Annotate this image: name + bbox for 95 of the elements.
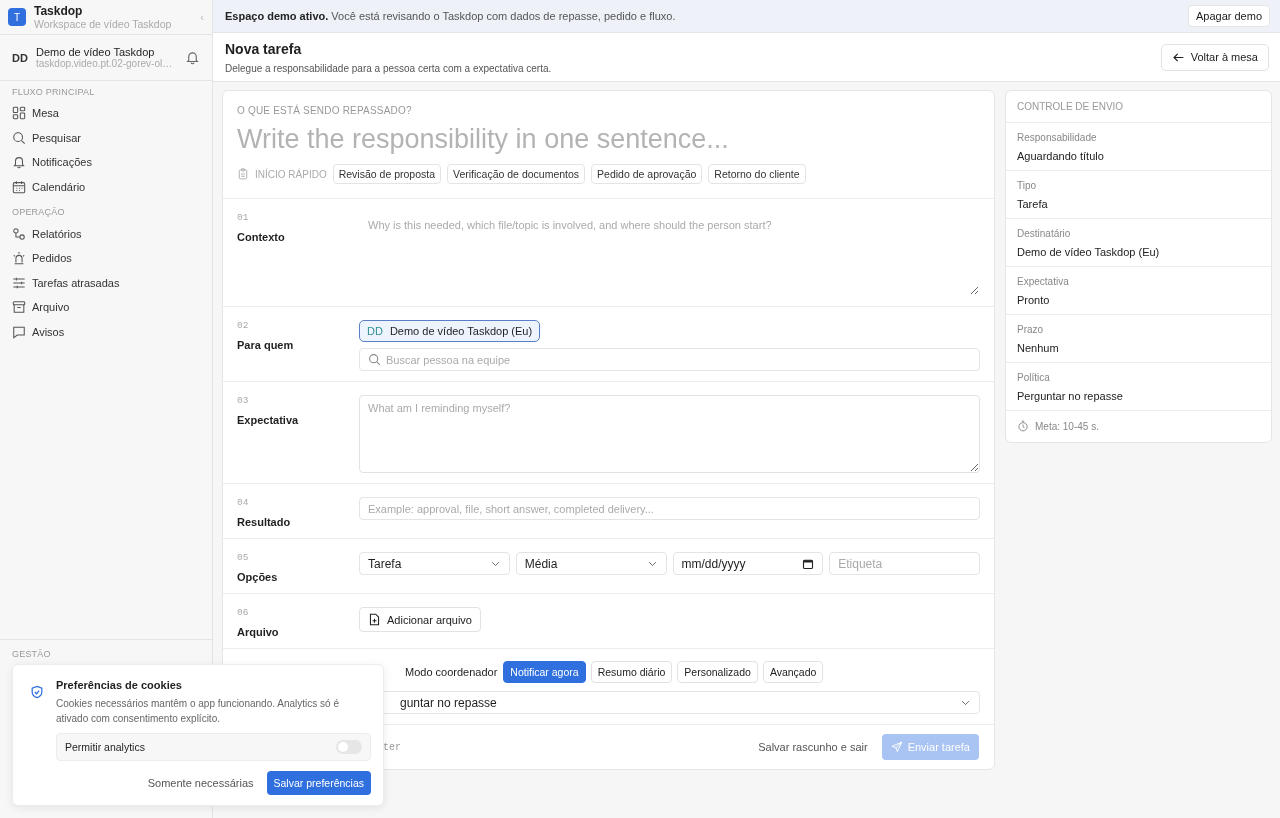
workspace-name: Taskdop bbox=[34, 4, 84, 18]
save-draft-button[interactable]: Salvar rascunho e sair bbox=[758, 741, 868, 753]
summary-label: Destinatário bbox=[1017, 228, 1072, 239]
nav-item[interactable]: Pesquisar bbox=[0, 125, 212, 151]
necessary-only-button[interactable]: Somente necessárias bbox=[147, 777, 254, 789]
summary-value: Perguntar no repasse bbox=[1017, 390, 1124, 402]
nav-item[interactable]: Avisos bbox=[0, 319, 212, 345]
summary-value: Pronto bbox=[1017, 294, 1051, 306]
clipboard-icon bbox=[237, 168, 249, 180]
search-icon bbox=[12, 130, 26, 145]
template-chip[interactable]: Verificação de documentos bbox=[447, 164, 586, 184]
search-icon bbox=[368, 353, 381, 366]
analytics-toggle[interactable] bbox=[336, 740, 362, 754]
field-label: Contexto bbox=[237, 231, 286, 243]
summary-title: CONTROLE DE ENVIO bbox=[1006, 91, 1271, 123]
dropdown[interactable]: Média bbox=[515, 552, 667, 575]
tag-field[interactable]: Etiqueta bbox=[829, 552, 980, 575]
workspace-logo: T bbox=[8, 8, 26, 26]
mode-option[interactable]: Resumo diário bbox=[590, 661, 673, 683]
summary-value: Demo de vídeo Taskdop (Eu) bbox=[1017, 246, 1161, 258]
workspace-subtitle: Workspace de vídeo Taskdop bbox=[34, 18, 173, 30]
summary-label: Responsabilidade bbox=[1017, 132, 1098, 143]
field-label: Expectativa bbox=[237, 414, 300, 426]
nav-item[interactable]: Calendário bbox=[0, 174, 212, 200]
demo-banner-text: Espaço demo ativo. Você está revisando o Taskdop com dados de repasse, pedido e fluxo. bbox=[225, 10, 676, 22]
field-label: Para quem bbox=[237, 339, 295, 351]
page-title: Nova tarefa bbox=[225, 40, 303, 57]
field-label: Opções bbox=[237, 571, 279, 583]
text-area[interactable]: What am I reminding myself? bbox=[359, 395, 980, 473]
nav-item[interactable]: Tarefas atrasadas bbox=[0, 270, 212, 296]
dropdown[interactable]: Tarefa bbox=[359, 552, 510, 575]
person-chip[interactable]: DD Demo de vídeo Taskdop (Eu) bbox=[359, 320, 541, 342]
summary-label: Tipo bbox=[1017, 180, 1038, 191]
cookie-title: Preferências de cookies bbox=[56, 679, 183, 691]
delete-demo-button[interactable]: Apagar demo bbox=[1187, 5, 1270, 27]
template-chip[interactable]: Revisão de proposta bbox=[332, 164, 441, 184]
timer-icon bbox=[1017, 420, 1029, 432]
summary-label: Prazo bbox=[1017, 324, 1045, 335]
summary-label: Expectativa bbox=[1017, 276, 1070, 287]
back-button[interactable]: Voltar à mesa bbox=[1160, 43, 1269, 71]
mode-label: Modo coordenador bbox=[405, 666, 498, 678]
mode-option[interactable]: Avançado bbox=[762, 661, 824, 683]
section-title: FLUXO PRINCIPAL bbox=[11, 87, 96, 97]
chat-icon bbox=[12, 325, 26, 340]
user-email: taskdop.video.pt.02-gorev-ol… bbox=[36, 58, 173, 69]
bell-icon[interactable] bbox=[185, 50, 200, 65]
file-plus-icon bbox=[368, 613, 381, 626]
section-title: GESTÃO bbox=[11, 649, 52, 659]
summary-value: Aguardando título bbox=[1017, 150, 1105, 162]
template-chip[interactable]: Retorno do cliente bbox=[708, 164, 806, 184]
sliders-icon bbox=[12, 275, 26, 290]
step-number: 04 bbox=[237, 497, 250, 508]
summary-value: Tarefa bbox=[1017, 198, 1049, 210]
meta-text: Meta: 10-45 s. bbox=[1035, 420, 1099, 432]
send-icon bbox=[890, 741, 903, 753]
nav-item[interactable]: Pedidos bbox=[0, 245, 212, 271]
bell-icon bbox=[12, 155, 26, 170]
nodes-icon bbox=[12, 226, 26, 241]
grid-icon bbox=[12, 106, 26, 121]
step-number: 02 bbox=[237, 320, 250, 331]
step-number: 05 bbox=[237, 552, 250, 563]
prompt-label: O QUE ESTÁ SENDO REPASSADO? bbox=[237, 105, 413, 116]
nav-item[interactable]: Notificações bbox=[0, 150, 212, 175]
input-field[interactable]: Example: approval, file, short answer, completed delivery... bbox=[359, 497, 980, 520]
step-number: 01 bbox=[237, 212, 250, 223]
toggle-label: Permitir analytics bbox=[65, 741, 145, 753]
date-field[interactable]: mm/dd/yyyy bbox=[672, 552, 824, 575]
user-initials: DD bbox=[12, 51, 28, 64]
step-number: 06 bbox=[237, 607, 250, 618]
nav-item[interactable]: Arquivo bbox=[0, 295, 212, 320]
template-chip[interactable]: Pedido de aprovação bbox=[591, 164, 703, 184]
step-number: 03 bbox=[237, 395, 250, 406]
shortcut-hint: ter bbox=[383, 741, 402, 753]
summary-value: Nenhum bbox=[1017, 342, 1060, 354]
mode-option[interactable]: Notificar agora bbox=[503, 661, 586, 683]
quick-start-label: INÍCIO RÁPIDO bbox=[255, 168, 327, 180]
section-title: OPERAÇÃO bbox=[11, 207, 66, 218]
calendar-icon bbox=[12, 180, 26, 195]
calendar-icon bbox=[802, 557, 815, 570]
save-preferences-button[interactable]: Salvar preferências bbox=[266, 771, 371, 795]
shield-check-icon bbox=[30, 685, 44, 699]
siren-icon bbox=[12, 251, 26, 266]
field-label: Arquivo bbox=[237, 626, 280, 638]
nav-item[interactable]: Relatórios bbox=[0, 221, 212, 246]
add-file-button[interactable]: Adicionar arquivo bbox=[359, 607, 481, 632]
nav-item[interactable]: Mesa bbox=[0, 101, 212, 126]
title-input[interactable]: Write the responsibility in one sentence... bbox=[237, 124, 980, 155]
summary-label: Política bbox=[1017, 372, 1051, 383]
page-subtitle: Delegue a responsabilidade para a pessoa certa com a expectativa certa. bbox=[225, 62, 552, 74]
archive-icon bbox=[12, 300, 26, 315]
search-field[interactable]: Buscar pessoa na equipe bbox=[359, 348, 980, 371]
mode-option[interactable]: Personalizado bbox=[677, 661, 758, 683]
user-name: Demo de vídeo Taskdop bbox=[36, 46, 155, 58]
cookie-text: Cookies necessários mantêm o app funcionando. Analytics só é ativado com consentimento explícito. bbox=[56, 697, 340, 726]
field-label: Resultado bbox=[237, 516, 292, 528]
